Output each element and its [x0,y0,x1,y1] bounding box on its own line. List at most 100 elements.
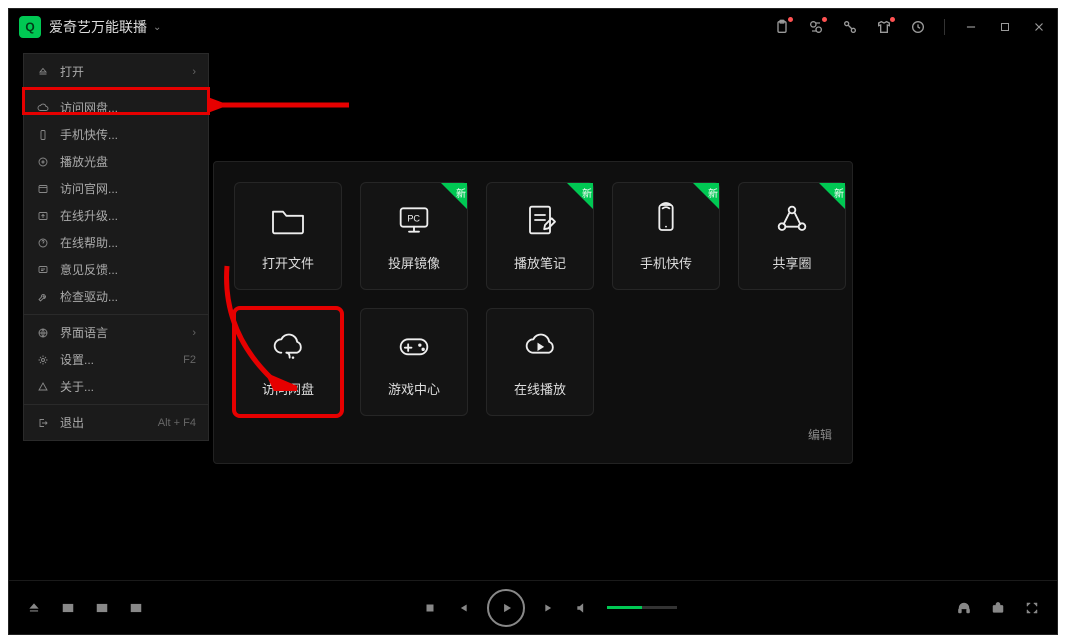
menu-item-cloud[interactable]: 访问网盘... [24,94,208,121]
stop-button[interactable] [423,601,437,615]
svg-text:PC: PC [407,214,420,224]
menu-item-phone[interactable]: 手机快传... [24,121,208,148]
app-logo-icon: Q [19,16,41,38]
note-icon [520,200,560,243]
eject-icon[interactable] [27,601,41,615]
fullscreen-icon[interactable] [1025,601,1039,615]
menu-item-gear[interactable]: 设置... F2 [24,346,208,373]
menu-item-help[interactable]: 在线帮助... [24,229,208,256]
share-icon [772,200,812,243]
volume-icon[interactable] [575,601,589,615]
tile-label: 共享圈 [772,253,811,272]
tile-label: 手机快传 [640,253,692,272]
menu-item-label: 在线升级... [60,207,186,224]
eject-icon [36,66,50,78]
app-window: Q 爱奇艺万能联播 ⌄ [8,8,1058,635]
tile-label: 游戏中心 [388,379,440,398]
tile-label: 在线播放 [514,379,566,398]
menu-item-label: 设置... [60,351,173,368]
maximize-button[interactable] [997,19,1013,35]
tile-playcloud[interactable]: 在线播放 [486,308,594,416]
menu-separator [24,314,208,315]
menu-separator [24,89,208,90]
menu-item-label: 手机快传... [60,126,186,143]
exit-icon [36,417,50,429]
toggle-b-icon[interactable] [129,601,143,615]
ratio-1-icon[interactable]: 1 [61,601,75,615]
menu-item-lang[interactable]: 界面语言› [24,319,208,346]
phone-icon [36,129,50,141]
menu-item-disc[interactable]: 播放光盘 [24,148,208,175]
menu-item-globe[interactable]: 访问官网... [24,175,208,202]
feedback-icon [36,264,50,276]
tile-share[interactable]: 共享圈 [738,182,846,290]
pc-icon: PC [394,200,434,243]
clipboard-icon[interactable] [774,19,790,35]
menu-item-label: 播放光盘 [60,153,186,170]
menu-item-feedback[interactable]: 意见反馈... [24,256,208,283]
upgrade-icon [36,210,50,222]
menu-item-eject[interactable]: 打开› [24,58,208,85]
svg-text:1: 1 [66,606,69,612]
headset-icon[interactable] [957,601,971,615]
menu-item-shortcut: F2 [183,354,196,366]
menu-item-label: 意见反馈... [60,261,186,278]
connect-icon[interactable] [842,19,858,35]
cloud-icon [268,326,308,369]
toggle-a-icon[interactable] [95,601,109,615]
tile-label: 投屏镜像 [388,253,440,272]
history-icon[interactable] [910,19,926,35]
gear-icon [36,354,50,366]
cloud-sync-icon[interactable] [808,19,824,35]
prev-button[interactable] [455,601,469,615]
minimize-button[interactable] [963,19,979,35]
menu-item-label: 检查驱动... [60,288,186,305]
titlebar-icon-tray [774,19,1047,35]
title-dropdown-caret-icon[interactable]: ⌄ [153,22,161,33]
globe-icon [36,183,50,195]
menu-item-label: 访问网盘... [60,99,186,116]
about-icon [36,381,50,393]
menu-item-about[interactable]: 关于... [24,373,208,400]
tile-phone[interactable]: 手机快传 [612,182,720,290]
player-bar: 1 [9,580,1057,634]
help-icon [36,237,50,249]
menu-item-label: 在线帮助... [60,234,186,251]
menu-item-wrench[interactable]: 检查驱动... [24,283,208,310]
menu-item-exit[interactable]: 退出Alt + F4 [24,409,208,436]
toolbox-icon[interactable] [991,601,1005,615]
new-badge-icon [441,183,467,209]
new-badge-icon [693,183,719,209]
tile-label: 打开文件 [262,253,314,272]
tile-label: 访问网盘 [262,379,314,398]
new-badge-icon [567,183,593,209]
gamepad-icon [394,326,434,369]
volume-slider[interactable] [607,606,677,609]
cloud-icon [36,102,50,114]
playcloud-icon [520,326,560,369]
tile-cloud[interactable]: 访问网盘 [234,308,342,416]
folder-icon [268,200,308,243]
menu-item-shortcut: Alt + F4 [158,417,196,429]
menu-item-shortcut: › [192,327,196,339]
titlebar: Q 爱奇艺万能联播 ⌄ [9,9,1057,45]
menu-item-upgrade[interactable]: 在线升级... [24,202,208,229]
tile-gamepad[interactable]: 游戏中心 [360,308,468,416]
next-button[interactable] [543,601,557,615]
tile-note[interactable]: 播放笔记 [486,182,594,290]
menu-item-label: 访问官网... [60,180,186,197]
skin-icon[interactable] [876,19,892,35]
tile-label: 播放笔记 [514,253,566,272]
disc-icon [36,156,50,168]
tile-pc[interactable]: PC 投屏镜像 [360,182,468,290]
menu-item-label: 打开 [60,63,182,80]
close-button[interactable] [1031,19,1047,35]
app-title: 爱奇艺万能联播 [49,17,147,37]
main-dropdown-menu: 打开›访问网盘...手机快传...播放光盘访问官网...在线升级...在线帮助.… [23,53,209,441]
wrench-icon [36,291,50,303]
edit-link[interactable]: 编辑 [808,426,832,443]
new-badge-icon [819,183,845,209]
tile-grid: 打开文件 PC 投屏镜像 播放笔记 手机快传 共享圈访问网盘 游戏中心 在线播放 [234,182,832,416]
play-button[interactable] [487,589,525,627]
tile-folder[interactable]: 打开文件 [234,182,342,290]
